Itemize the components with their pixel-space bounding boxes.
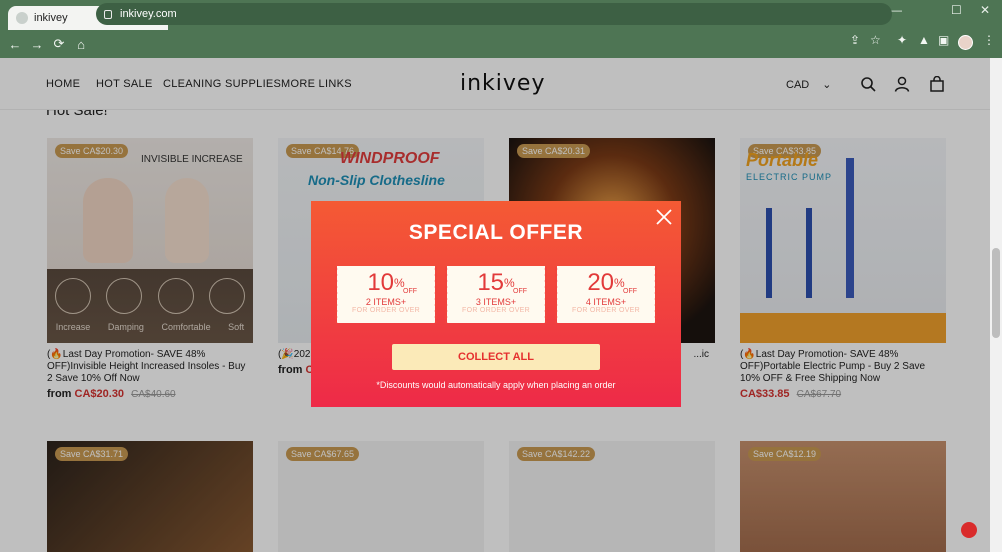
browser-menu-icon[interactable]: ⋮ — [983, 33, 995, 47]
lock-icon — [104, 9, 112, 19]
coupon-percent: 15 — [477, 269, 505, 296]
popup-title: SPECIAL OFFER — [408, 221, 584, 244]
coupon-card[interactable]: 20% OFF 4 ITEMS+ FOR ORDER OVER — [555, 266, 655, 323]
coupon-note: FOR ORDER OVER — [462, 307, 530, 314]
home-button[interactable]: ⌂ — [70, 37, 92, 52]
coupon-off: OFF — [623, 288, 637, 295]
address-bar[interactable]: inkivey.com — [96, 3, 892, 25]
lab-icon[interactable]: ▲ — [918, 33, 930, 47]
coupon-percent: 10 — [367, 269, 395, 296]
popup-footnote: *Discounts would automatically apply whe… — [376, 380, 616, 390]
coupon-items: 3 ITEMS+ — [475, 297, 517, 307]
forward-button[interactable]: → — [26, 37, 48, 52]
sidepanel-icon[interactable]: ▣ — [938, 33, 949, 47]
coupon-note: FOR ORDER OVER — [572, 307, 640, 314]
tab-title: inkivey — [34, 12, 68, 24]
coupon-items: 2 ITEMS+ — [365, 297, 407, 307]
maximize-button[interactable]: ☐ — [951, 3, 962, 17]
scroll-thumb[interactable] — [992, 248, 1000, 338]
reload-button[interactable]: ⟳ — [48, 36, 70, 52]
coupon-off: OFF — [513, 288, 527, 295]
favicon-icon — [16, 12, 28, 24]
page-scrollbar[interactable] — [990, 58, 1002, 552]
coupon-percent: 20 — [587, 269, 615, 296]
window-close-button[interactable]: ✕ — [980, 3, 990, 17]
coupon-items: 4 ITEMS+ — [585, 297, 627, 307]
coupon-note: FOR ORDER OVER — [352, 307, 420, 314]
special-offer-popup: SPECIAL OFFER 10% OFF 2 ITEMS+ FOR ORDER… — [311, 201, 681, 407]
coupon-card[interactable]: 10% OFF 2 ITEMS+ FOR ORDER OVER — [335, 266, 435, 323]
browser-chrome: inkivey ✕ + — ☐ ✕ ← → ⟳ ⌂ inkivey.com ⇪ … — [0, 0, 1002, 58]
chat-icon[interactable] — [961, 522, 977, 538]
url-text: inkivey.com — [120, 8, 177, 20]
collect-all-button[interactable]: COLLECT ALL — [392, 344, 600, 370]
back-button[interactable]: ← — [4, 37, 26, 52]
coupon-card[interactable]: 15% OFF 3 ITEMS+ FOR ORDER OVER — [445, 266, 545, 323]
extensions-icon[interactable]: ✦ — [897, 33, 907, 47]
share-icon[interactable]: ⇪ — [850, 33, 860, 47]
profile-avatar[interactable] — [958, 35, 973, 50]
bookmark-icon[interactable]: ☆ — [870, 33, 881, 47]
coupon-off: OFF — [403, 288, 417, 295]
